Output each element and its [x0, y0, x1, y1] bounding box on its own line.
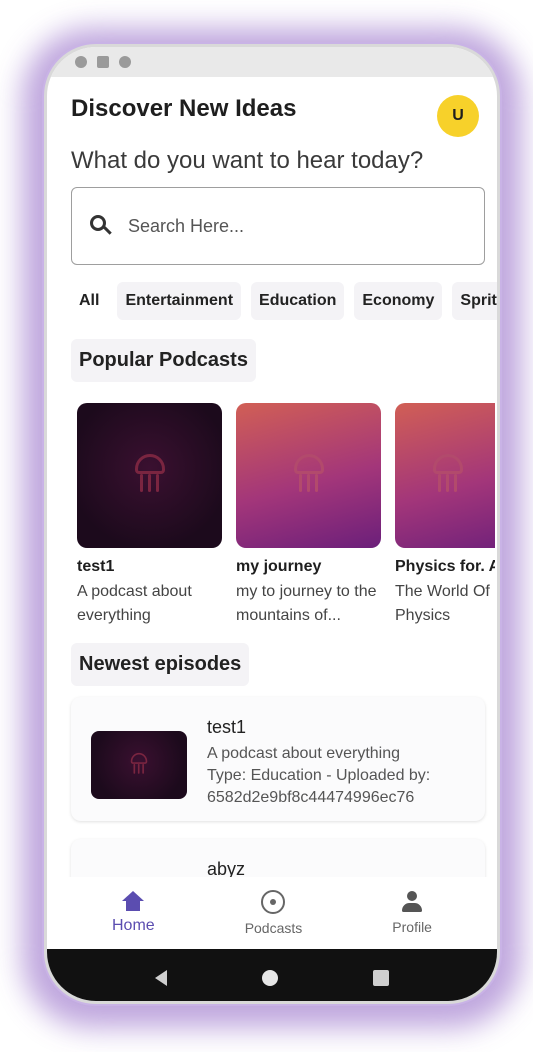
status-bar: [47, 47, 497, 77]
page-subtitle: What do you want to hear today?: [71, 147, 424, 174]
chip-sprit[interactable]: Sprit: [452, 282, 497, 320]
podcast-cover: [236, 403, 381, 548]
jellyfish-icon: [129, 752, 150, 777]
podcast-title: my journey: [236, 558, 322, 575]
chip-all[interactable]: All: [71, 282, 107, 320]
recent-apps-icon[interactable]: [373, 970, 390, 986]
popular-podcasts-heading: Popular Podcasts: [71, 339, 256, 382]
jellyfish-icon: [131, 453, 169, 498]
sync-status-icon: [119, 56, 131, 68]
nav-profile[interactable]: Profile: [392, 891, 432, 935]
podcast-cover: [77, 403, 222, 548]
newest-episodes-heading: Newest episodes: [71, 643, 250, 686]
search-icon: [90, 215, 112, 237]
avatar[interactable]: U: [437, 95, 479, 137]
system-home-icon[interactable]: [261, 970, 278, 986]
episode-item[interactable]: test1 A podcast about everything Type: E…: [71, 697, 485, 821]
episode-cover: [91, 731, 187, 799]
settings-status-icon: [75, 56, 87, 68]
nav-podcasts[interactable]: Podcasts: [244, 890, 303, 936]
chip-entertainment[interactable]: Entertainment: [117, 282, 242, 320]
search-input[interactable]: [128, 215, 428, 237]
podcast-icon: [261, 890, 286, 914]
battery-status-icon: [97, 56, 109, 68]
podcast-description: my to journey to the mountains of...: [236, 583, 377, 624]
nav-podcasts-label: Podcasts: [244, 920, 303, 936]
podcast-description: The World Of Physics: [395, 583, 490, 624]
header: Discover New Ideas U: [71, 95, 479, 137]
podcast-card[interactable]: my journey my to journey to the mountain…: [236, 403, 381, 628]
podcast-card[interactable]: test1 A podcast about everything: [77, 403, 222, 628]
system-navigation-bar: [47, 949, 497, 1001]
popular-podcasts-list: test1 A podcast about everything my jour…: [77, 403, 495, 628]
page-title: Discover New Ideas: [71, 95, 297, 122]
episode-meta: Type: Education - Uploaded by: 6582d2e9b…: [207, 767, 431, 806]
nav-home-label: Home: [112, 917, 155, 934]
podcast-title: test1: [77, 558, 115, 575]
nav-home[interactable]: Home: [112, 891, 155, 935]
podcast-title: Physics for. A: [395, 558, 495, 575]
podcast-cover: [395, 403, 495, 548]
phone-screen: Discover New Ideas U What do you want to…: [44, 44, 500, 1004]
home-icon: [122, 891, 145, 911]
back-icon[interactable]: [154, 970, 167, 986]
profile-icon: [401, 891, 423, 913]
chip-economy[interactable]: Economy: [354, 282, 443, 320]
search-box[interactable]: [71, 187, 485, 265]
bottom-navigation: Home Podcasts Profile: [47, 877, 497, 949]
podcast-card[interactable]: Physics for. A The World Of Physics: [395, 403, 495, 628]
jellyfish-icon: [290, 453, 328, 498]
chip-education[interactable]: Education: [251, 282, 345, 320]
episode-summary: A podcast about everything: [207, 745, 401, 762]
podcast-description: A podcast about everything: [77, 583, 192, 624]
episode-title: test1: [207, 717, 247, 737]
category-chips: All Entertainment Education Economy Spri…: [71, 282, 497, 320]
jellyfish-icon: [429, 453, 467, 498]
episode-description: A podcast about everything Type: Educati…: [207, 743, 467, 809]
nav-profile-label: Profile: [392, 919, 432, 935]
